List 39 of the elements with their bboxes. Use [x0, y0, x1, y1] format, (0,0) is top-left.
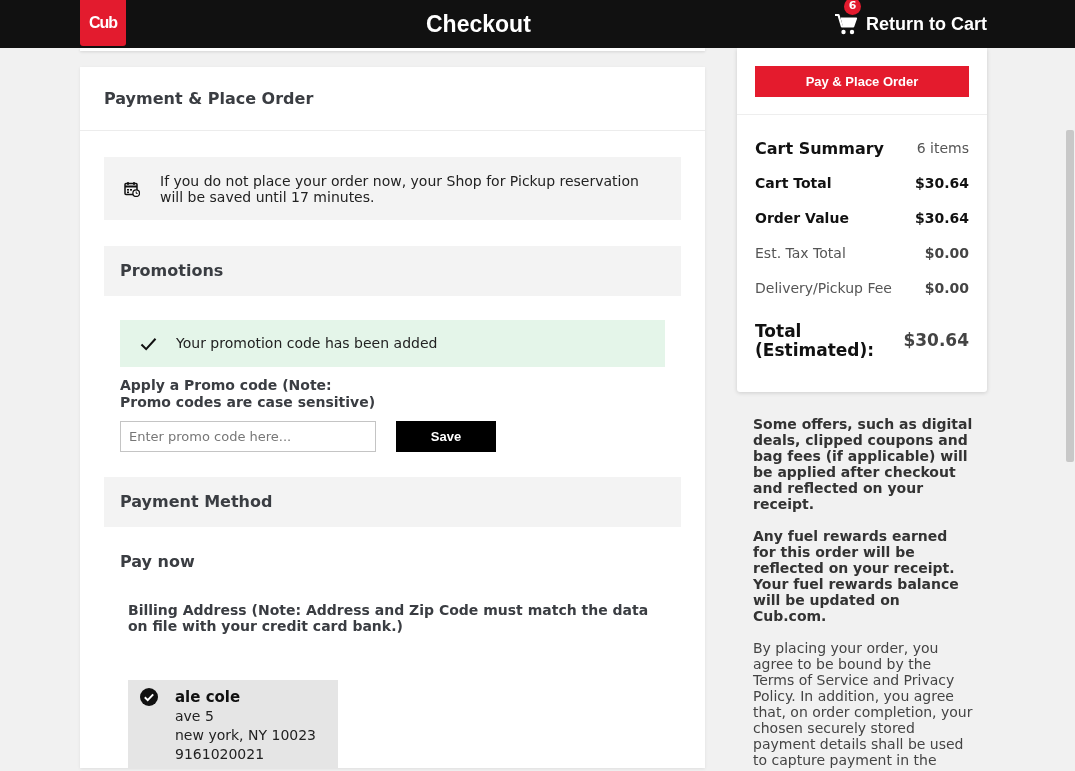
address-name: ale cole	[175, 688, 242, 707]
cart-count-badge: 6	[844, 0, 861, 15]
summary-label: Order Value	[755, 209, 849, 228]
item-count: 6 items	[916, 139, 969, 158]
address-line: new york, NY 10023	[175, 726, 316, 745]
summary-value: $0.00	[924, 244, 969, 263]
cart-icon	[834, 12, 858, 36]
subsection-title: Pay now	[120, 552, 196, 572]
summary-label: Est. Tax Total	[755, 244, 846, 263]
promo-code-input[interactable]: Enter promo code here...	[120, 421, 376, 452]
calendar-clock-icon	[124, 180, 140, 197]
scrollbar-thumb[interactable]	[1066, 130, 1074, 462]
check-icon	[140, 336, 157, 351]
address-card[interactable]: ale cole ave 5 new york, NY 10023 9161020021	[128, 680, 338, 768]
summary-value: $30.64	[914, 209, 969, 228]
summary-label: Cart Total	[755, 174, 832, 193]
summary-value: $0.00	[924, 279, 969, 298]
info-note: By placing your order, you agree to be bound by the Terms of Service and Privacy Policy. In addition, you agree that, on order completion, your chosen securely stored payment details shall be used to capture payment in the	[753, 640, 973, 768]
notice-text: If you do not place your order now, your Shop for Pickup reservation will be saved until 17 minutes.	[160, 172, 640, 205]
success-text: Your promotion code has been added	[176, 334, 438, 353]
summary-label: Delivery/Pickup Fee	[755, 279, 892, 298]
promo-code-label: Apply a Promo code (Note: Promo codes are case sensitive)	[120, 377, 377, 411]
page-title: Checkout	[426, 9, 531, 39]
card-title: Payment & Place Order	[104, 87, 314, 110]
info-note: Any fuel rewards earned for this order will be reflected on your receipt. Your fuel rewards balance will be updated on Cub.com.	[753, 528, 960, 624]
address-line: 9161020021	[175, 745, 266, 764]
logo[interactable]: Cub	[80, 0, 126, 46]
summary-title: Cart Summary	[755, 137, 885, 160]
pay-and-place-order-button[interactable]: Pay & Place Order	[755, 66, 969, 97]
address-line: ave 5	[175, 707, 215, 726]
save-button[interactable]: Save	[396, 421, 496, 452]
total-value: $30.64	[903, 329, 969, 353]
summary-value: $30.64	[914, 174, 969, 193]
total-label: Total (Estimated):	[755, 322, 876, 360]
billing-note: Billing Address (Note: Address and Zip Code must match the data on file with your credit card bank.)	[128, 602, 650, 634]
info-note: Some offers, such as digital deals, clipped coupons and bag fees (if applicable) will be applied after checkout and reflected on your receipt.	[753, 416, 973, 512]
section-title: Promotions	[120, 260, 224, 282]
section-title: Payment Method	[120, 491, 273, 513]
checked-circle-icon	[140, 688, 158, 706]
